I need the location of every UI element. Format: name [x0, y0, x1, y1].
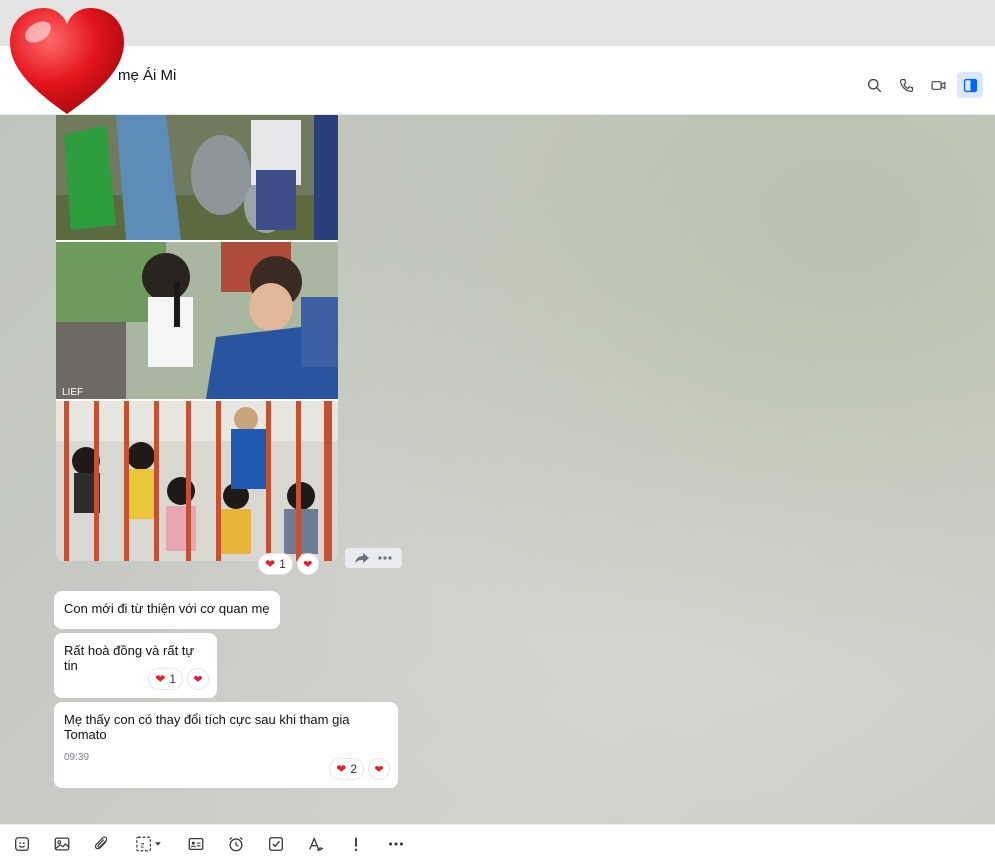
- chat-header: mẹ Ái Mi: [0, 46, 995, 115]
- phone-icon[interactable]: [893, 72, 919, 98]
- message-bubble[interactable]: Con mới đi từ thiện với cơ quan mẹ: [54, 591, 280, 629]
- header-actions: [861, 72, 983, 98]
- more-icon[interactable]: [383, 831, 409, 857]
- message-actions: [345, 548, 402, 568]
- composer-toolbar: z: [0, 824, 995, 861]
- task-icon[interactable]: [263, 831, 289, 857]
- photo-1[interactable]: [56, 115, 338, 240]
- reminder-icon[interactable]: [223, 831, 249, 857]
- heart-icon: ❤: [265, 557, 276, 571]
- heart-icon: ❤: [155, 672, 166, 686]
- heart-icon: [10, 8, 124, 114]
- sticker-icon[interactable]: [9, 831, 35, 857]
- photo-album-message[interactable]: LIEF: [56, 115, 338, 561]
- heart-icon: ❤: [193, 673, 203, 686]
- heart-icon: ❤: [303, 558, 313, 571]
- react-button[interactable]: ❤: [296, 553, 319, 575]
- reaction-summary[interactable]: ❤ 1: [148, 668, 183, 690]
- message-text: Con mới đi từ thiện với cơ quan mẹ: [64, 601, 270, 616]
- message-bubble[interactable]: Mẹ thấy con có thay đổi tích cực sau khi…: [54, 702, 398, 788]
- sidebar-toggle-icon[interactable]: [957, 72, 983, 98]
- svg-text:z: z: [140, 841, 144, 850]
- message-reactions: ❤ 2 ❤: [329, 758, 390, 780]
- share-icon[interactable]: [354, 552, 370, 564]
- photo-2[interactable]: LIEF: [56, 242, 338, 399]
- heart-icon: ❤: [336, 762, 347, 776]
- image-icon[interactable]: [49, 831, 75, 857]
- message-text: Mẹ thấy con có thay đổi tích cực sau khi…: [64, 712, 350, 742]
- more-icon[interactable]: [377, 555, 393, 561]
- important-icon[interactable]: [343, 831, 369, 857]
- react-button[interactable]: ❤: [368, 758, 390, 780]
- window-top-strip: [0, 0, 995, 46]
- react-button[interactable]: ❤: [187, 668, 209, 690]
- contact-card-icon[interactable]: [183, 831, 209, 857]
- attachment-icon[interactable]: [89, 831, 115, 857]
- format-icon[interactable]: [303, 831, 329, 857]
- message-reactions: ❤ 1 ❤: [148, 668, 209, 690]
- photo-2-caption: LIEF: [62, 387, 83, 398]
- photo-reactions: ❤ 1 ❤: [258, 553, 319, 575]
- video-call-icon[interactable]: [925, 72, 951, 98]
- message-bubble[interactable]: Rất hoà đồng và rất tự tin ❤ 1 ❤: [54, 633, 217, 698]
- search-icon[interactable]: [861, 72, 887, 98]
- chat-area[interactable]: LIEF ❤ 1 ❤ Con mới đi từ thiện với cơ qu…: [0, 115, 995, 824]
- reaction-summary[interactable]: ❤ 2: [329, 758, 364, 780]
- heart-icon: ❤: [374, 763, 384, 776]
- screenshot-icon[interactable]: z: [129, 831, 169, 857]
- reaction-summary[interactable]: ❤ 1: [258, 553, 293, 575]
- photo-3[interactable]: [56, 401, 338, 561]
